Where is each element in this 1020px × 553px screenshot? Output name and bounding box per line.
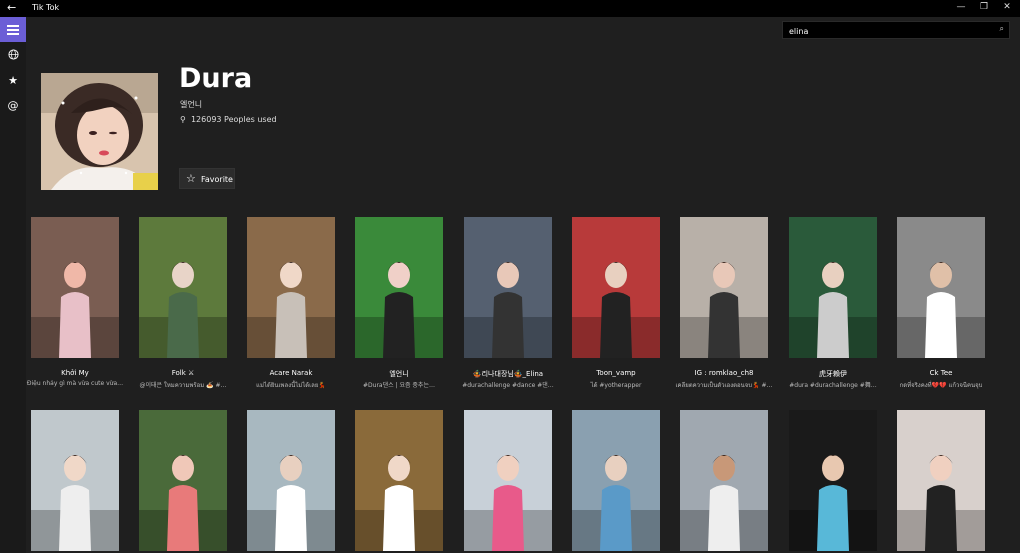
video-description: กดที่จริงคงที่💔💔 แก้วจนีคนจุบ bbox=[899, 382, 983, 389]
video-thumbnail[interactable] bbox=[680, 410, 768, 551]
video-title: Toon_vamp bbox=[596, 369, 636, 377]
favorite-button[interactable]: ☆ Favorite bbox=[179, 168, 235, 189]
video-title: Khởi My bbox=[61, 369, 89, 377]
video-description: #dura #durachallenge #舞… bbox=[789, 382, 877, 389]
globe-icon[interactable] bbox=[0, 49, 26, 63]
hamburger-menu-icon[interactable] bbox=[0, 17, 26, 42]
video-thumbnail[interactable] bbox=[247, 410, 335, 551]
video-thumbnail[interactable] bbox=[355, 410, 443, 551]
video-title: Acare Narak bbox=[269, 369, 313, 377]
search-icon[interactable]: ⌕ bbox=[1000, 24, 1004, 34]
video-description: #durachallenge #dance #댄… bbox=[462, 382, 554, 389]
profile-subtitle: 엘언니 bbox=[180, 100, 203, 109]
profile-avatar bbox=[41, 73, 158, 190]
search-input[interactable] bbox=[787, 23, 991, 39]
search-box: ⌕ bbox=[782, 21, 1010, 39]
app-title: Tik Tok bbox=[32, 3, 60, 12]
minimize-button[interactable]: — bbox=[955, 2, 967, 12]
at-icon[interactable]: @ bbox=[0, 99, 26, 112]
back-arrow-icon[interactable]: ← bbox=[7, 1, 16, 14]
video-thumbnail[interactable] bbox=[897, 217, 985, 358]
video-thumbnail[interactable] bbox=[897, 410, 985, 551]
video-description: #Dura댄스 | 요즘 중추는… bbox=[363, 382, 435, 389]
favorite-label: Favorite bbox=[201, 175, 233, 184]
video-title: 虎牙賴伊 bbox=[819, 370, 847, 378]
video-title: Folk ⚔ bbox=[171, 369, 195, 377]
video-thumbnail[interactable] bbox=[464, 410, 552, 551]
video-description: ได้ #yotherapper bbox=[590, 382, 642, 389]
video-thumbnail[interactable] bbox=[572, 217, 660, 358]
video-thumbnail[interactable] bbox=[139, 217, 227, 358]
person-icon: ⚲ bbox=[180, 115, 186, 124]
video-thumbnail[interactable] bbox=[355, 217, 443, 358]
video-thumbnail[interactable] bbox=[572, 410, 660, 551]
star-outline-icon: ☆ bbox=[186, 172, 196, 185]
profile-name: Dura bbox=[179, 63, 253, 94]
video-title: 🤹리나대장님🤹_Elina bbox=[472, 370, 544, 378]
video-thumbnail[interactable] bbox=[31, 217, 119, 358]
video-title: IG : romklao_ch8 bbox=[694, 369, 754, 377]
video-title: Ck Tee bbox=[929, 369, 953, 377]
video-thumbnail[interactable] bbox=[789, 217, 877, 358]
video-thumbnail[interactable] bbox=[789, 410, 877, 551]
people-used: ⚲ 126093 Peoples used bbox=[180, 115, 277, 124]
close-button[interactable]: ✕ bbox=[1001, 2, 1013, 12]
video-description: เคลียตความเป็นตัวเองตอนจบ💃 #… bbox=[675, 382, 773, 389]
video-thumbnail[interactable] bbox=[247, 217, 335, 358]
video-title: 엘언니 bbox=[389, 370, 409, 378]
video-thumbnail[interactable] bbox=[464, 217, 552, 358]
video-thumbnail[interactable] bbox=[680, 217, 768, 358]
title-bar: ← Tik Tok — ❐ ✕ bbox=[0, 0, 1020, 17]
people-used-count: 126093 Peoples used bbox=[190, 115, 277, 124]
nav-rail bbox=[0, 17, 26, 553]
video-description: แม่ได้ยินเพลงนี้ไม่ได้เลย💃 bbox=[256, 382, 326, 389]
restore-button[interactable]: ❐ bbox=[978, 2, 990, 12]
video-description: Điệu nhảy gì mà vừa cute vừa… bbox=[26, 380, 124, 387]
video-thumbnail[interactable] bbox=[139, 410, 227, 551]
video-thumbnail[interactable] bbox=[31, 410, 119, 551]
video-description: @이태은 ใหมความพร้อม 🍝 #… bbox=[139, 382, 227, 389]
star-icon[interactable]: ★ bbox=[0, 74, 26, 87]
